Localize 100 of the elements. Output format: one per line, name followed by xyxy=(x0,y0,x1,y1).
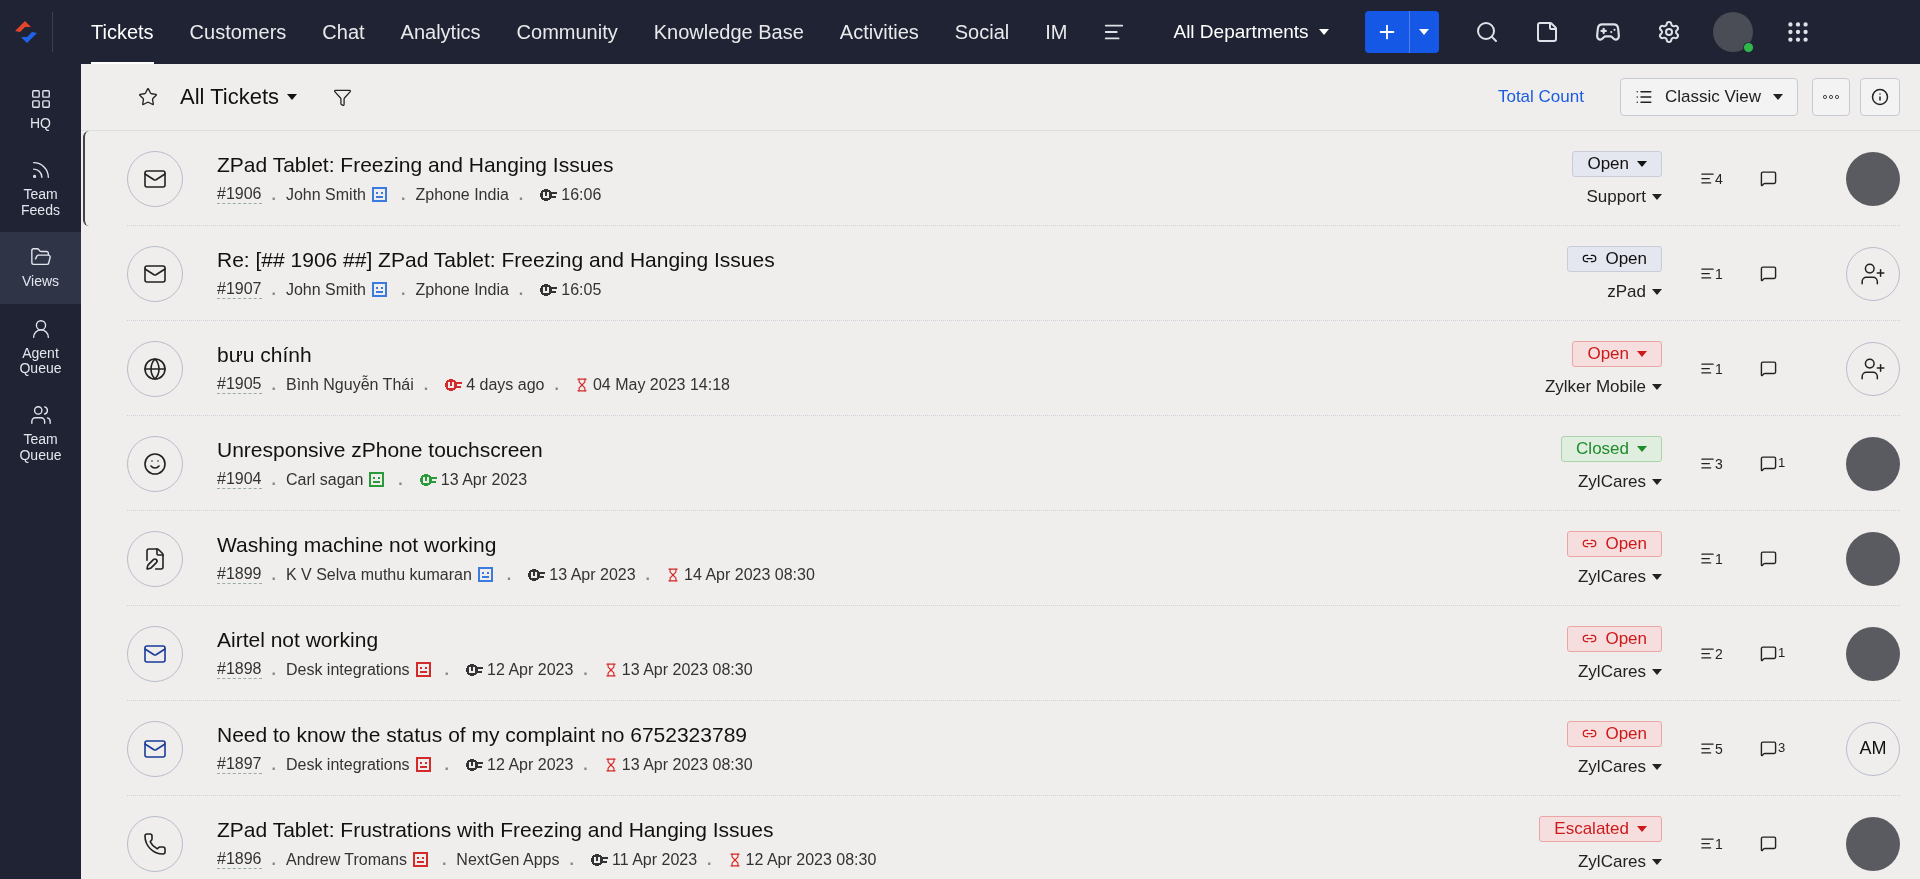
comment-icon[interactable] xyxy=(1760,170,1777,187)
assignee-photo[interactable] xyxy=(1846,151,1900,206)
assignee-photo[interactable] xyxy=(1846,816,1900,871)
view-mode-dropdown[interactable]: Classic View xyxy=(1619,78,1798,116)
star-icon[interactable] xyxy=(138,87,158,107)
ticket-row[interactable]: Need to know the status of my complaint no 6752323789 #1897 . Desk integrations . 12 Apr 2023 . 13 Apr 2023 08:30 Open ZylCares 5 3 AM xyxy=(83,701,1920,796)
nav-tab[interactable]: Tickets xyxy=(91,0,154,64)
ticket-number[interactable]: #1904 xyxy=(217,470,262,489)
ticket-title[interactable]: Unresponsive zPhone touchscreen xyxy=(217,438,1442,462)
ticket-number[interactable]: #1896 xyxy=(217,850,262,869)
sidebar-item[interactable]: Team Queue xyxy=(0,390,81,478)
separator: . xyxy=(271,375,276,394)
comment-icon[interactable] xyxy=(1760,360,1777,377)
status-dropdown[interactable]: Open xyxy=(1567,625,1662,652)
comment-icon[interactable] xyxy=(1760,740,1777,757)
ticket-title[interactable]: bưu chính xyxy=(217,343,1442,367)
status-dropdown[interactable]: Open xyxy=(1567,530,1662,557)
sidebar-item[interactable]: HQ xyxy=(0,74,81,146)
status-dropdown[interactable]: Open xyxy=(1567,720,1662,747)
ticket-row[interactable]: ZPad Tablet: Freezing and Hanging Issues #1906 . John Smith . Zphone India . 16:06 Open Support 4 xyxy=(83,131,1920,226)
sidebar-item[interactable]: Team Feeds xyxy=(0,145,81,233)
ticket-title[interactable]: ZPad Tablet: Frustrations with Freezing and Hanging Issues xyxy=(217,818,1442,842)
user-avatar[interactable] xyxy=(1712,12,1753,52)
ticket-title[interactable]: Washing machine not working xyxy=(217,533,1442,557)
total-count-link[interactable]: Total Count xyxy=(1497,87,1584,107)
status-dropdown[interactable]: Open xyxy=(1567,245,1662,272)
ticket-title[interactable]: Re: [## 1906 ##] ZPad Tablet: Freezing and Hanging Issues xyxy=(217,248,1442,272)
caret-icon xyxy=(1652,668,1662,675)
created-time: 13 Apr 2023 xyxy=(549,565,636,584)
status-dropdown[interactable]: Open xyxy=(1572,340,1662,367)
due-date: 13 Apr 2023 08:30 xyxy=(621,755,753,774)
contact-name: Desk integrations xyxy=(285,755,410,774)
separator: . xyxy=(423,375,429,394)
contact-name: K V Selva muthu kumaran xyxy=(285,565,472,584)
sidebar-item[interactable]: Agent Queue xyxy=(0,303,81,391)
department-dropdown[interactable]: zPad xyxy=(1607,281,1662,302)
department-dropdown[interactable]: All Departments xyxy=(1167,20,1335,44)
ticket-row[interactable]: Washing machine not working #1899 . K V Selva muthu kumaran . 13 Apr 2023 . 14 Apr 2023 08:30 Open ZylCares 1 xyxy=(83,511,1920,606)
department-dropdown[interactable]: ZylCares xyxy=(1578,661,1662,682)
nav-tab[interactable]: Community xyxy=(516,0,618,64)
form-icon xyxy=(143,546,167,571)
department-dropdown[interactable]: Zylker Mobile xyxy=(1544,376,1662,397)
nav-tab[interactable]: Social xyxy=(954,0,1010,64)
status-dropdown[interactable]: Closed xyxy=(1561,435,1662,462)
ticket-row[interactable]: Re: [## 1906 ##] ZPad Tablet: Freezing and Hanging Issues #1907 . John Smith . Zphone India . 16:05 Open zPad 1 xyxy=(83,226,1920,321)
separator: . xyxy=(398,470,403,489)
ticket-row[interactable]: Unresponsive zPhone touchscreen #1904 . Carl sagan . 13 Apr 2023 Closed ZylCares 3 1 xyxy=(83,416,1920,511)
ticket-title[interactable]: Need to know the status of my complaint no 6752323789 xyxy=(217,723,1442,747)
contact-name: John Smith xyxy=(285,185,366,204)
nav-tab[interactable]: Knowledge Base xyxy=(653,0,804,64)
ticket-number[interactable]: #1897 xyxy=(217,755,262,774)
view-dropdown[interactable]: All Tickets xyxy=(174,83,304,111)
ticket-number[interactable]: #1907 xyxy=(217,280,262,299)
sidebar-item[interactable]: Views xyxy=(0,232,81,304)
comment-count: 1 xyxy=(1778,455,1786,470)
status-dropdown[interactable]: Escalated xyxy=(1539,815,1662,842)
comment-icon[interactable] xyxy=(1760,835,1777,852)
comment-icon[interactable] xyxy=(1760,455,1777,472)
info-button[interactable] xyxy=(1860,78,1900,116)
department-dropdown[interactable]: ZylCares xyxy=(1578,566,1662,587)
search-icon[interactable] xyxy=(1474,20,1499,44)
ticket-number[interactable]: #1899 xyxy=(217,565,262,584)
caret-icon xyxy=(1652,858,1662,865)
separator: . xyxy=(707,850,712,869)
caret-icon xyxy=(1652,288,1662,295)
assignee-photo[interactable] xyxy=(1846,626,1900,681)
settings-icon[interactable] xyxy=(1656,20,1681,44)
due-date: 13 Apr 2023 08:30 xyxy=(621,660,753,679)
separator: . xyxy=(271,280,276,299)
assignee-photo[interactable] xyxy=(1846,436,1900,491)
contact-name: Desk integrations xyxy=(285,660,410,679)
ticket-title[interactable]: ZPad Tablet: Freezing and Hanging Issues xyxy=(217,153,1442,177)
ticket-number[interactable]: #1905 xyxy=(217,375,262,394)
ticket-row[interactable]: Airtel not working #1898 . Desk integrations . 12 Apr 2023 . 13 Apr 2023 08:30 Open ZylCares 2 1 xyxy=(83,606,1920,701)
ticket-title[interactable]: Airtel not working xyxy=(217,628,1442,652)
nav-tab[interactable]: IM xyxy=(1045,0,1068,64)
created-time: 13 Apr 2023 xyxy=(440,470,528,489)
created-time: 12 Apr 2023 xyxy=(487,755,574,774)
separator: . xyxy=(518,280,524,299)
list-icon xyxy=(1634,88,1653,106)
note-icon[interactable] xyxy=(1534,20,1559,44)
department-dropdown[interactable]: ZylCares xyxy=(1578,756,1662,777)
ticket-number[interactable]: #1898 xyxy=(217,660,262,679)
assignee-photo[interactable] xyxy=(1846,531,1900,586)
caret-icon xyxy=(1773,94,1783,100)
department-dropdown[interactable]: Support xyxy=(1586,186,1662,207)
department-dropdown[interactable]: ZylCares xyxy=(1578,851,1662,872)
separator: . xyxy=(444,660,450,679)
filter-icon[interactable] xyxy=(333,87,353,107)
nav-tab[interactable]: Customers xyxy=(189,0,287,64)
comment-icon[interactable] xyxy=(1760,550,1777,567)
nav-tab[interactable]: Chat xyxy=(322,0,365,64)
ticket-row[interactable]: bưu chính #1905 . Bình Nguyễn Thái . 4 days ago . 04 May 2023 14:18 Open Zylker Mobile 1 xyxy=(83,321,1920,416)
comment-icon[interactable] xyxy=(1760,645,1777,662)
nav-tab[interactable]: Activities xyxy=(839,0,919,64)
department-dropdown[interactable]: ZylCares xyxy=(1578,471,1662,492)
nav-tab[interactable]: Analytics xyxy=(400,0,481,64)
status-dropdown[interactable]: Open xyxy=(1572,150,1662,177)
ticket-number[interactable]: #1906 xyxy=(217,185,262,204)
comment-icon[interactable] xyxy=(1760,265,1777,282)
